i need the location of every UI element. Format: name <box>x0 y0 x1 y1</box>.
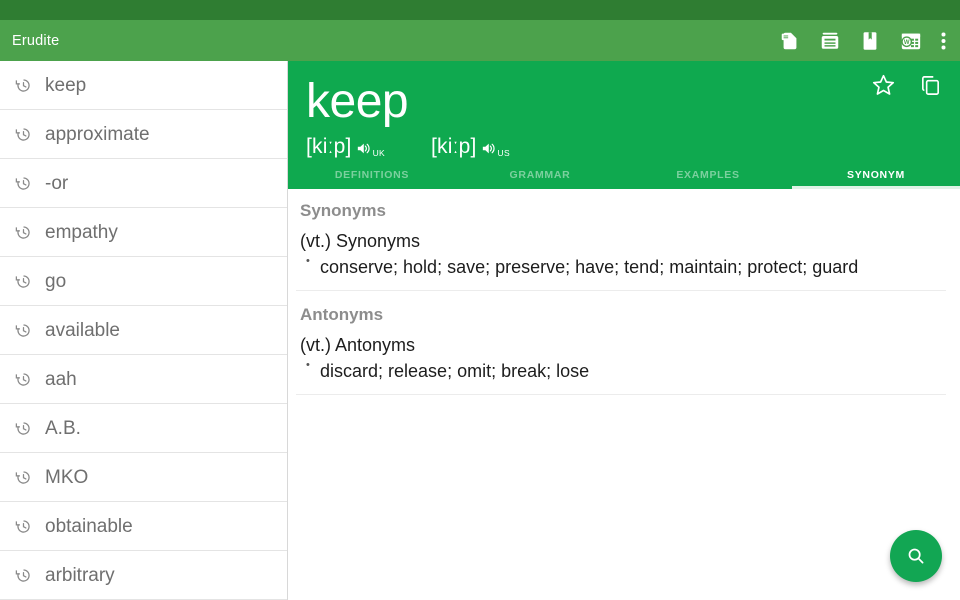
antonyms-pos-line: (vt.) Antonyms <box>298 331 946 358</box>
antonyms-heading: Antonyms <box>298 293 946 331</box>
history-item-label: -or <box>45 174 68 193</box>
favorite-star-icon[interactable] <box>871 73 896 98</box>
history-item-label: MKO <box>45 468 88 487</box>
history-item-label: aah <box>45 370 77 389</box>
status-bar <box>0 0 960 20</box>
synonyms-heading: Synonyms <box>298 189 946 227</box>
notes-icon[interactable] <box>779 30 801 52</box>
history-item-label: A.B. <box>45 419 81 438</box>
tab-grammar[interactable]: GRAMMAR <box>456 161 624 189</box>
history-clock-icon <box>14 566 33 585</box>
history-clock-icon <box>14 272 33 291</box>
history-clock-icon <box>14 370 33 389</box>
history-clock-icon <box>14 468 33 487</box>
history-clock-icon <box>14 419 33 438</box>
synonyms-section: Synonyms (vt.) Synonyms conserve; hold; … <box>296 189 946 291</box>
synonyms-entries: conserve; hold; save; preserve; have; te… <box>298 254 946 282</box>
history-item[interactable]: approximate <box>0 110 287 159</box>
history-item[interactable]: A.B. <box>0 404 287 453</box>
history-clock-icon <box>14 321 33 340</box>
pronunciation-uk-region: UK <box>373 148 385 158</box>
history-item[interactable]: obtainable <box>0 502 287 551</box>
word-content: keep [kiːp] UK <box>288 61 960 600</box>
history-clock-icon <box>14 76 33 95</box>
svg-text:W: W <box>904 40 910 46</box>
copy-icon[interactable] <box>919 74 942 97</box>
antonyms-entries: discard; release; omit; break; lose <box>298 358 946 386</box>
history-item[interactable]: arbitrary <box>0 551 287 600</box>
history-item-label: approximate <box>45 125 150 144</box>
history-item[interactable]: keep <box>0 61 287 110</box>
pronunciation-us-region: US <box>498 148 510 158</box>
synonyms-pos-title: Synonyms <box>336 231 420 251</box>
speaker-icon[interactable] <box>480 140 497 157</box>
history-item[interactable]: available <box>0 306 287 355</box>
headword: keep <box>288 67 960 128</box>
word-of-the-day-icon[interactable]: W <box>899 30 923 52</box>
tab-synonym[interactable]: SYNONYM <box>792 161 960 189</box>
overflow-menu-icon[interactable] <box>941 31 946 51</box>
bookmark-icon[interactable] <box>859 30 881 52</box>
history-clock-icon <box>14 125 33 144</box>
app-bar: Erudite <box>0 20 960 61</box>
synonym-panel: Synonyms (vt.) Synonyms conserve; hold; … <box>288 189 960 600</box>
history-item-label: available <box>45 321 120 340</box>
app-body: keep approximate <box>0 61 960 600</box>
app-bar-actions: W <box>779 30 950 52</box>
history-item[interactable]: MKO <box>0 453 287 502</box>
search-fab[interactable] <box>890 530 942 582</box>
synonyms-pos-line: (vt.) Synonyms <box>298 227 946 254</box>
history-item-label: go <box>45 272 66 291</box>
history-clock-icon <box>14 174 33 193</box>
history-item-label: empathy <box>45 223 118 242</box>
synonyms-pos-tag: (vt.) <box>300 231 331 251</box>
pronunciation-list: [kiːp] UK [kiːp] <box>288 128 960 161</box>
pronunciation-us-text: [kiːp] <box>431 136 477 157</box>
pronunciation-uk-text: [kiːp] <box>306 136 352 157</box>
history-item[interactable]: empathy <box>0 208 287 257</box>
history-item[interactable]: aah <box>0 355 287 404</box>
search-icon <box>905 545 927 567</box>
tab-examples[interactable]: EXAMPLES <box>624 161 792 189</box>
tab-definitions[interactable]: DEFINITIONS <box>288 161 456 189</box>
pronunciation-uk[interactable]: [kiːp] UK <box>306 136 385 157</box>
antonyms-section: Antonyms (vt.) Antonyms discard; release… <box>296 293 946 395</box>
tab-bar: DEFINITIONS GRAMMAR EXAMPLES SYNONYM <box>288 161 960 189</box>
word-header-actions <box>871 73 942 98</box>
history-item-label: obtainable <box>45 517 133 536</box>
history-item[interactable]: go <box>0 257 287 306</box>
antonyms-pos-title: Antonyms <box>335 335 415 355</box>
pronunciation-us[interactable]: [kiːp] US <box>431 136 510 157</box>
app-title: Erudite <box>12 33 779 49</box>
history-item-label: arbitrary <box>45 566 115 585</box>
history-clock-icon <box>14 517 33 536</box>
cards-icon[interactable] <box>819 30 841 52</box>
antonyms-pos-tag: (vt.) <box>300 335 331 355</box>
speaker-icon[interactable] <box>355 140 372 157</box>
history-item-label: keep <box>45 76 86 95</box>
app-screen: Erudite <box>0 0 960 600</box>
history-item[interactable]: -or <box>0 159 287 208</box>
word-header: keep [kiːp] UK <box>288 61 960 189</box>
history-sidebar[interactable]: keep approximate <box>0 61 288 600</box>
history-clock-icon <box>14 223 33 242</box>
